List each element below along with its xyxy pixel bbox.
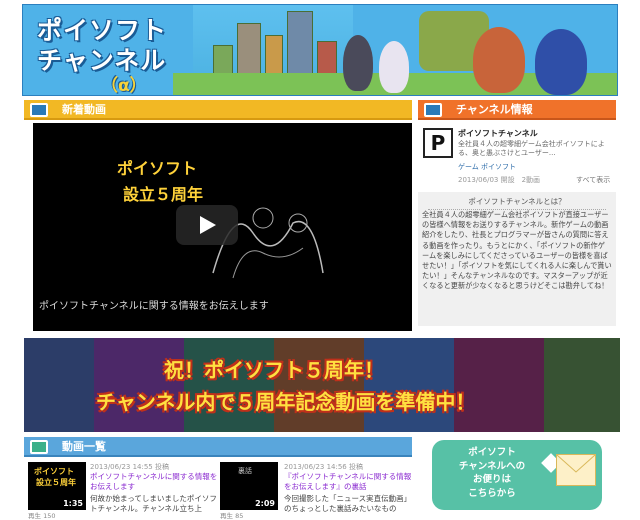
video-description: 何故か始まってしまいましたポイソフトチャンネル。チャンネル立ち上 [90, 494, 217, 513]
post-date: 2013/06/23 14:56 投稿 [284, 463, 363, 471]
channel-name[interactable]: ポイソフトチャンネル [458, 128, 538, 139]
video-description: 今回撮影した「ニュース実直伝動画」のちょっとした裏話みたいなもの [284, 494, 412, 513]
banner-headline-2: チャンネル内で５周年記念動画を準備中！ [96, 390, 476, 414]
view-count: 再生 150 [28, 512, 56, 520]
video-title-link[interactable]: 『ポイソフトチャンネルに関する情報をお伝えします』の裏話 [284, 472, 412, 492]
section-header-channel-info: チャンネル情報 [418, 100, 616, 120]
section-title: チャンネル情報 [456, 103, 533, 116]
duration-label: 2:09 [255, 499, 275, 508]
section-title: 動画一覧 [62, 440, 106, 453]
video-title-link[interactable]: ポイソフトチャンネルに関する情報をお伝えします [90, 472, 220, 492]
video-thumbnail[interactable]: ポイソフト 設立５周年 1:35 [28, 462, 86, 510]
duration-label: 1:35 [63, 499, 83, 508]
logo-line3: （α） [101, 76, 147, 96]
channel-logo[interactable]: P [423, 128, 453, 158]
thumb-title-line2: 設立５周年 [36, 478, 76, 487]
contact-line2: チャンネルへの [458, 460, 526, 472]
character-blue-hero [535, 29, 587, 95]
video-player[interactable]: ポイソフト 設立５周年 ポイソフトチャンネルに関する情報をお伝えします [33, 123, 412, 331]
channel-opened: 2013/06/03 開設 2動画 [458, 176, 541, 184]
banner-headline-1: 祝！ポイソフト５周年！ [164, 358, 384, 382]
show-all-link[interactable]: すべて表示 [576, 175, 610, 185]
banner-overlay [24, 338, 620, 432]
character-warrior [473, 27, 525, 93]
about-title: ポイソフトチャンネルとは？ [428, 196, 606, 210]
channel-tag[interactable]: ゲーム ポイソフト [458, 162, 516, 172]
play-button[interactable] [176, 205, 238, 245]
envelope-icon [556, 454, 596, 486]
channel-about-panel: ポイソフトチャンネルとは？ 全社員４人の超零細ゲーム会社ポイソフトが直接ユーザー… [418, 192, 616, 326]
list-item[interactable]: 裏話 2:09 再生 85 2013/06/23 14:56 投稿 『ポイソフト… [218, 460, 414, 520]
character-white-mage [379, 41, 409, 93]
chat-bubble-icon [424, 103, 442, 117]
channel-info-card: P ポイソフトチャンネル 全社員４人の超零細ゲーム会社ポイソフトによる、奥と愚ぶ… [418, 120, 616, 186]
post-date: 2013/06/23 14:55 投稿 [90, 463, 169, 471]
monitor-icon [30, 103, 48, 117]
channel-description: 全社員４人の超零細ゲーム会社ポイソフトによる、奥と愚ぶさけとユーザー... [458, 140, 605, 157]
list-item[interactable]: ポイソフト 設立５周年 1:35 再生 150 2013/06/23 14:55… [24, 460, 217, 520]
contact-line1: ポイソフト [468, 447, 516, 458]
video-title-line1: ポイソフト [117, 159, 198, 178]
play-list-icon [30, 440, 48, 454]
about-text: 全社員４人の超零細ゲーム会社ポイソフトが直接ユーザーの皆様へ情報をお送りするチャ… [422, 210, 612, 291]
thumb-title-line1: ポイソフト [34, 467, 74, 476]
anniversary-banner[interactable]: 祝！ポイソフト５周年！ チャンネル内で５周年記念動画を準備中！ [24, 338, 620, 432]
contact-line3: お便りは [472, 474, 511, 485]
contact-text: ポイソフト チャンネルへの お便りは こちらから [442, 446, 542, 500]
thumb-title: 裏話 [238, 467, 252, 475]
view-count: 再生 85 [220, 512, 244, 520]
video-title-line2: 設立５周年 [123, 185, 204, 204]
section-header-new-videos: 新着動画 [24, 100, 412, 120]
channel-header-banner[interactable]: ポイソフト チャンネル （α） [22, 4, 618, 96]
section-header-video-list: 動画一覧 [24, 437, 412, 457]
character-dark-knight [343, 35, 373, 91]
contact-mail-button[interactable]: ポイソフト チャンネルへの お便りは こちらから [432, 440, 602, 510]
video-thumbnail[interactable]: 裏話 2:09 [220, 462, 278, 510]
contact-line4: こちらから [468, 487, 516, 499]
section-title: 新着動画 [62, 103, 106, 116]
video-caption: ポイソフトチャンネルに関する情報をお伝えします [39, 301, 269, 312]
